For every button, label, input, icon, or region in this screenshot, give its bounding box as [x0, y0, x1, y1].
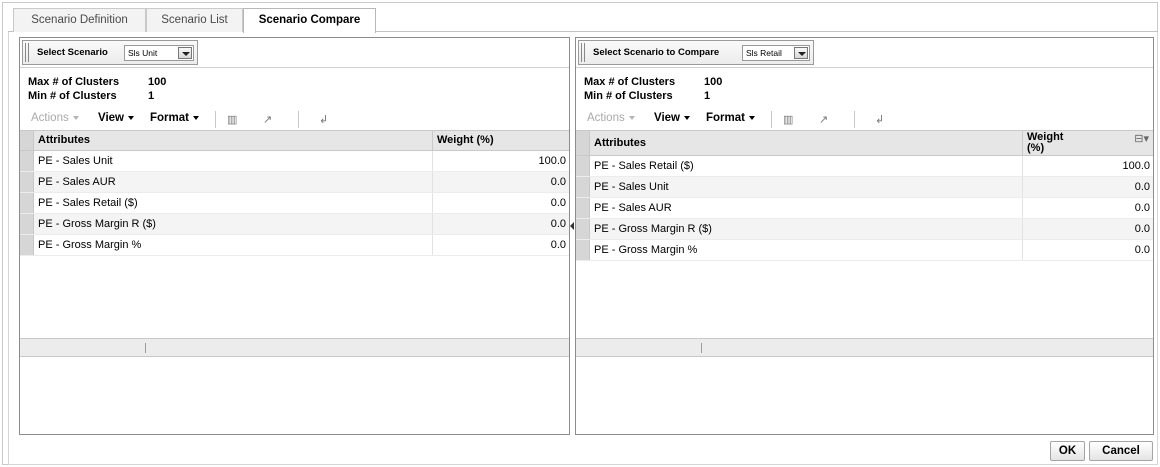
tab-scenario-compare[interactable]: Scenario Compare [243, 8, 376, 33]
max-clusters-value: 100 [704, 76, 723, 88]
column-header-weight[interactable]: Weight (%) ⊟▾ [1022, 131, 1153, 155]
detach-icon[interactable]: ↗ [819, 113, 828, 126]
select-compare-box: Select Scenario to Compare Sls Retail [578, 40, 814, 65]
scenario-panel: Select Scenario Sls Unit Max # of Cluste… [19, 37, 570, 435]
panel-header: Select Scenario to Compare Sls Retail [576, 38, 1153, 68]
format-menu[interactable]: Format [150, 112, 199, 124]
tab-content: Select Scenario Sls Unit Max # of Cluste… [8, 32, 1158, 437]
cancel-button[interactable]: Cancel [1089, 441, 1153, 461]
splitter-collapse-icon[interactable] [570, 222, 574, 230]
table-row[interactable]: PE - Gross Margin % 0.0 [20, 235, 569, 256]
select-scenario-box: Select Scenario Sls Unit [22, 40, 198, 65]
select-scenario-dropdown[interactable]: Sls Unit [124, 45, 194, 61]
table-row[interactable]: PE - Gross Margin R ($) 0.0 [576, 219, 1153, 240]
attribute-cell: PE - Sales AUR [594, 202, 672, 214]
weight-cell[interactable]: 0.0 [432, 193, 569, 213]
table-row[interactable]: PE - Sales Unit 0.0 [576, 177, 1153, 198]
weight-cell[interactable]: 0.0 [1022, 198, 1153, 218]
dropdown-arrow-icon[interactable] [178, 47, 192, 59]
ok-button[interactable]: OK [1050, 441, 1085, 461]
max-clusters-label: Max # of Clusters [584, 76, 676, 88]
column-menu-icon[interactable]: ⊟▾ [1134, 134, 1149, 145]
attribute-cell: PE - Sales Retail ($) [38, 197, 138, 209]
attribute-cell: PE - Sales Unit [594, 181, 669, 193]
dropdown-arrow-icon[interactable] [794, 47, 808, 59]
grid-footer-scrollbar[interactable] [576, 338, 1153, 357]
toolbar-separator [298, 111, 299, 128]
actions-menu[interactable]: Actions [587, 112, 635, 124]
format-menu[interactable]: Format [706, 112, 755, 124]
table-row[interactable]: PE - Gross Margin R ($) 0.0 [20, 214, 569, 235]
view-menu[interactable]: View [98, 112, 134, 124]
tab-scenario-definition[interactable]: Scenario Definition [13, 8, 146, 32]
column-header-attributes[interactable]: Attributes [34, 131, 432, 150]
min-clusters-label: Min # of Clusters [28, 90, 117, 102]
attributes-grid: Attributes Weight (%) ⊟▾ PE - Sales Reta… [576, 130, 1153, 261]
attribute-cell: PE - Gross Margin R ($) [594, 223, 712, 235]
freeze-columns-icon[interactable]: ▥ [783, 113, 793, 126]
select-scenario-value: Sls Unit [128, 48, 158, 58]
max-clusters-value: 100 [148, 76, 167, 88]
grid-header: Attributes Weight (%) [20, 130, 569, 151]
panel-header: Select Scenario Sls Unit [20, 38, 569, 68]
max-clusters-label: Max # of Clusters [28, 76, 120, 88]
weight-cell[interactable]: 0.0 [1022, 219, 1153, 239]
grid-header: Attributes Weight (%) ⊟▾ [576, 130, 1153, 156]
drag-grip-icon[interactable] [581, 43, 585, 62]
min-clusters-label: Min # of Clusters [584, 90, 673, 102]
attribute-cell: PE - Gross Margin % [38, 239, 142, 251]
min-clusters-value: 1 [704, 90, 711, 102]
toolbar-separator [771, 111, 772, 128]
tab-scenario-list[interactable]: Scenario List [146, 8, 243, 32]
weight-cell[interactable]: 0.0 [1022, 177, 1153, 197]
attribute-cell: PE - Sales Unit [38, 155, 113, 167]
weight-cell[interactable]: 0.0 [432, 235, 569, 255]
detach-icon[interactable]: ↗ [263, 113, 272, 126]
table-row[interactable]: PE - Gross Margin % 0.0 [576, 240, 1153, 261]
attribute-cell: PE - Gross Margin R ($) [38, 218, 156, 230]
table-row[interactable]: PE - Sales Unit 100.0 [20, 151, 569, 172]
select-compare-dropdown[interactable]: Sls Retail [742, 45, 810, 61]
column-header-attributes[interactable]: Attributes [590, 131, 1022, 155]
freeze-columns-icon[interactable]: ▥ [227, 113, 237, 126]
select-compare-label: Select Scenario to Compare [593, 47, 720, 58]
toolbar-separator [854, 111, 855, 128]
table-row[interactable]: PE - Sales AUR 0.0 [576, 198, 1153, 219]
wrap-icon[interactable]: ↲ [319, 113, 328, 126]
dialog-button-bar: OK Cancel [8, 437, 1158, 465]
attribute-cell: PE - Sales AUR [38, 176, 116, 188]
select-compare-value: Sls Retail [746, 48, 782, 58]
weight-cell[interactable]: 0.0 [432, 214, 569, 234]
table-row[interactable]: PE - Sales Retail ($) 100.0 [576, 156, 1153, 177]
view-menu[interactable]: View [654, 112, 690, 124]
weight-cell[interactable]: 0.0 [1022, 240, 1153, 260]
attribute-cell: PE - Sales Retail ($) [594, 160, 694, 172]
wrap-icon[interactable]: ↲ [875, 113, 884, 126]
attributes-grid: Attributes Weight (%) PE - Sales Unit 10… [20, 130, 569, 256]
grid-footer-scrollbar[interactable] [20, 338, 569, 357]
actions-menu[interactable]: Actions [31, 112, 79, 124]
grid-toolbar: Actions View Format ▥ ↗ ↲ [20, 110, 569, 130]
drag-grip-icon[interactable] [25, 43, 29, 62]
table-row[interactable]: PE - Sales Retail ($) 0.0 [20, 193, 569, 214]
weight-cell[interactable]: 0.0 [432, 172, 569, 192]
column-header-weight[interactable]: Weight (%) [432, 131, 569, 150]
attribute-cell: PE - Gross Margin % [594, 244, 698, 256]
select-scenario-label: Select Scenario [37, 47, 108, 58]
weight-cell[interactable]: 100.0 [432, 151, 569, 171]
toolbar-separator [215, 111, 216, 128]
grid-toolbar: Actions View Format ▥ ↗ ↲ [576, 110, 1153, 130]
compare-scenario-panel: Select Scenario to Compare Sls Retail Ma… [575, 37, 1154, 435]
tab-bar: Scenario Definition Scenario List Scenar… [8, 8, 1158, 33]
min-clusters-value: 1 [148, 90, 155, 102]
weight-cell[interactable]: 100.0 [1022, 156, 1153, 176]
table-row[interactable]: PE - Sales AUR 0.0 [20, 172, 569, 193]
